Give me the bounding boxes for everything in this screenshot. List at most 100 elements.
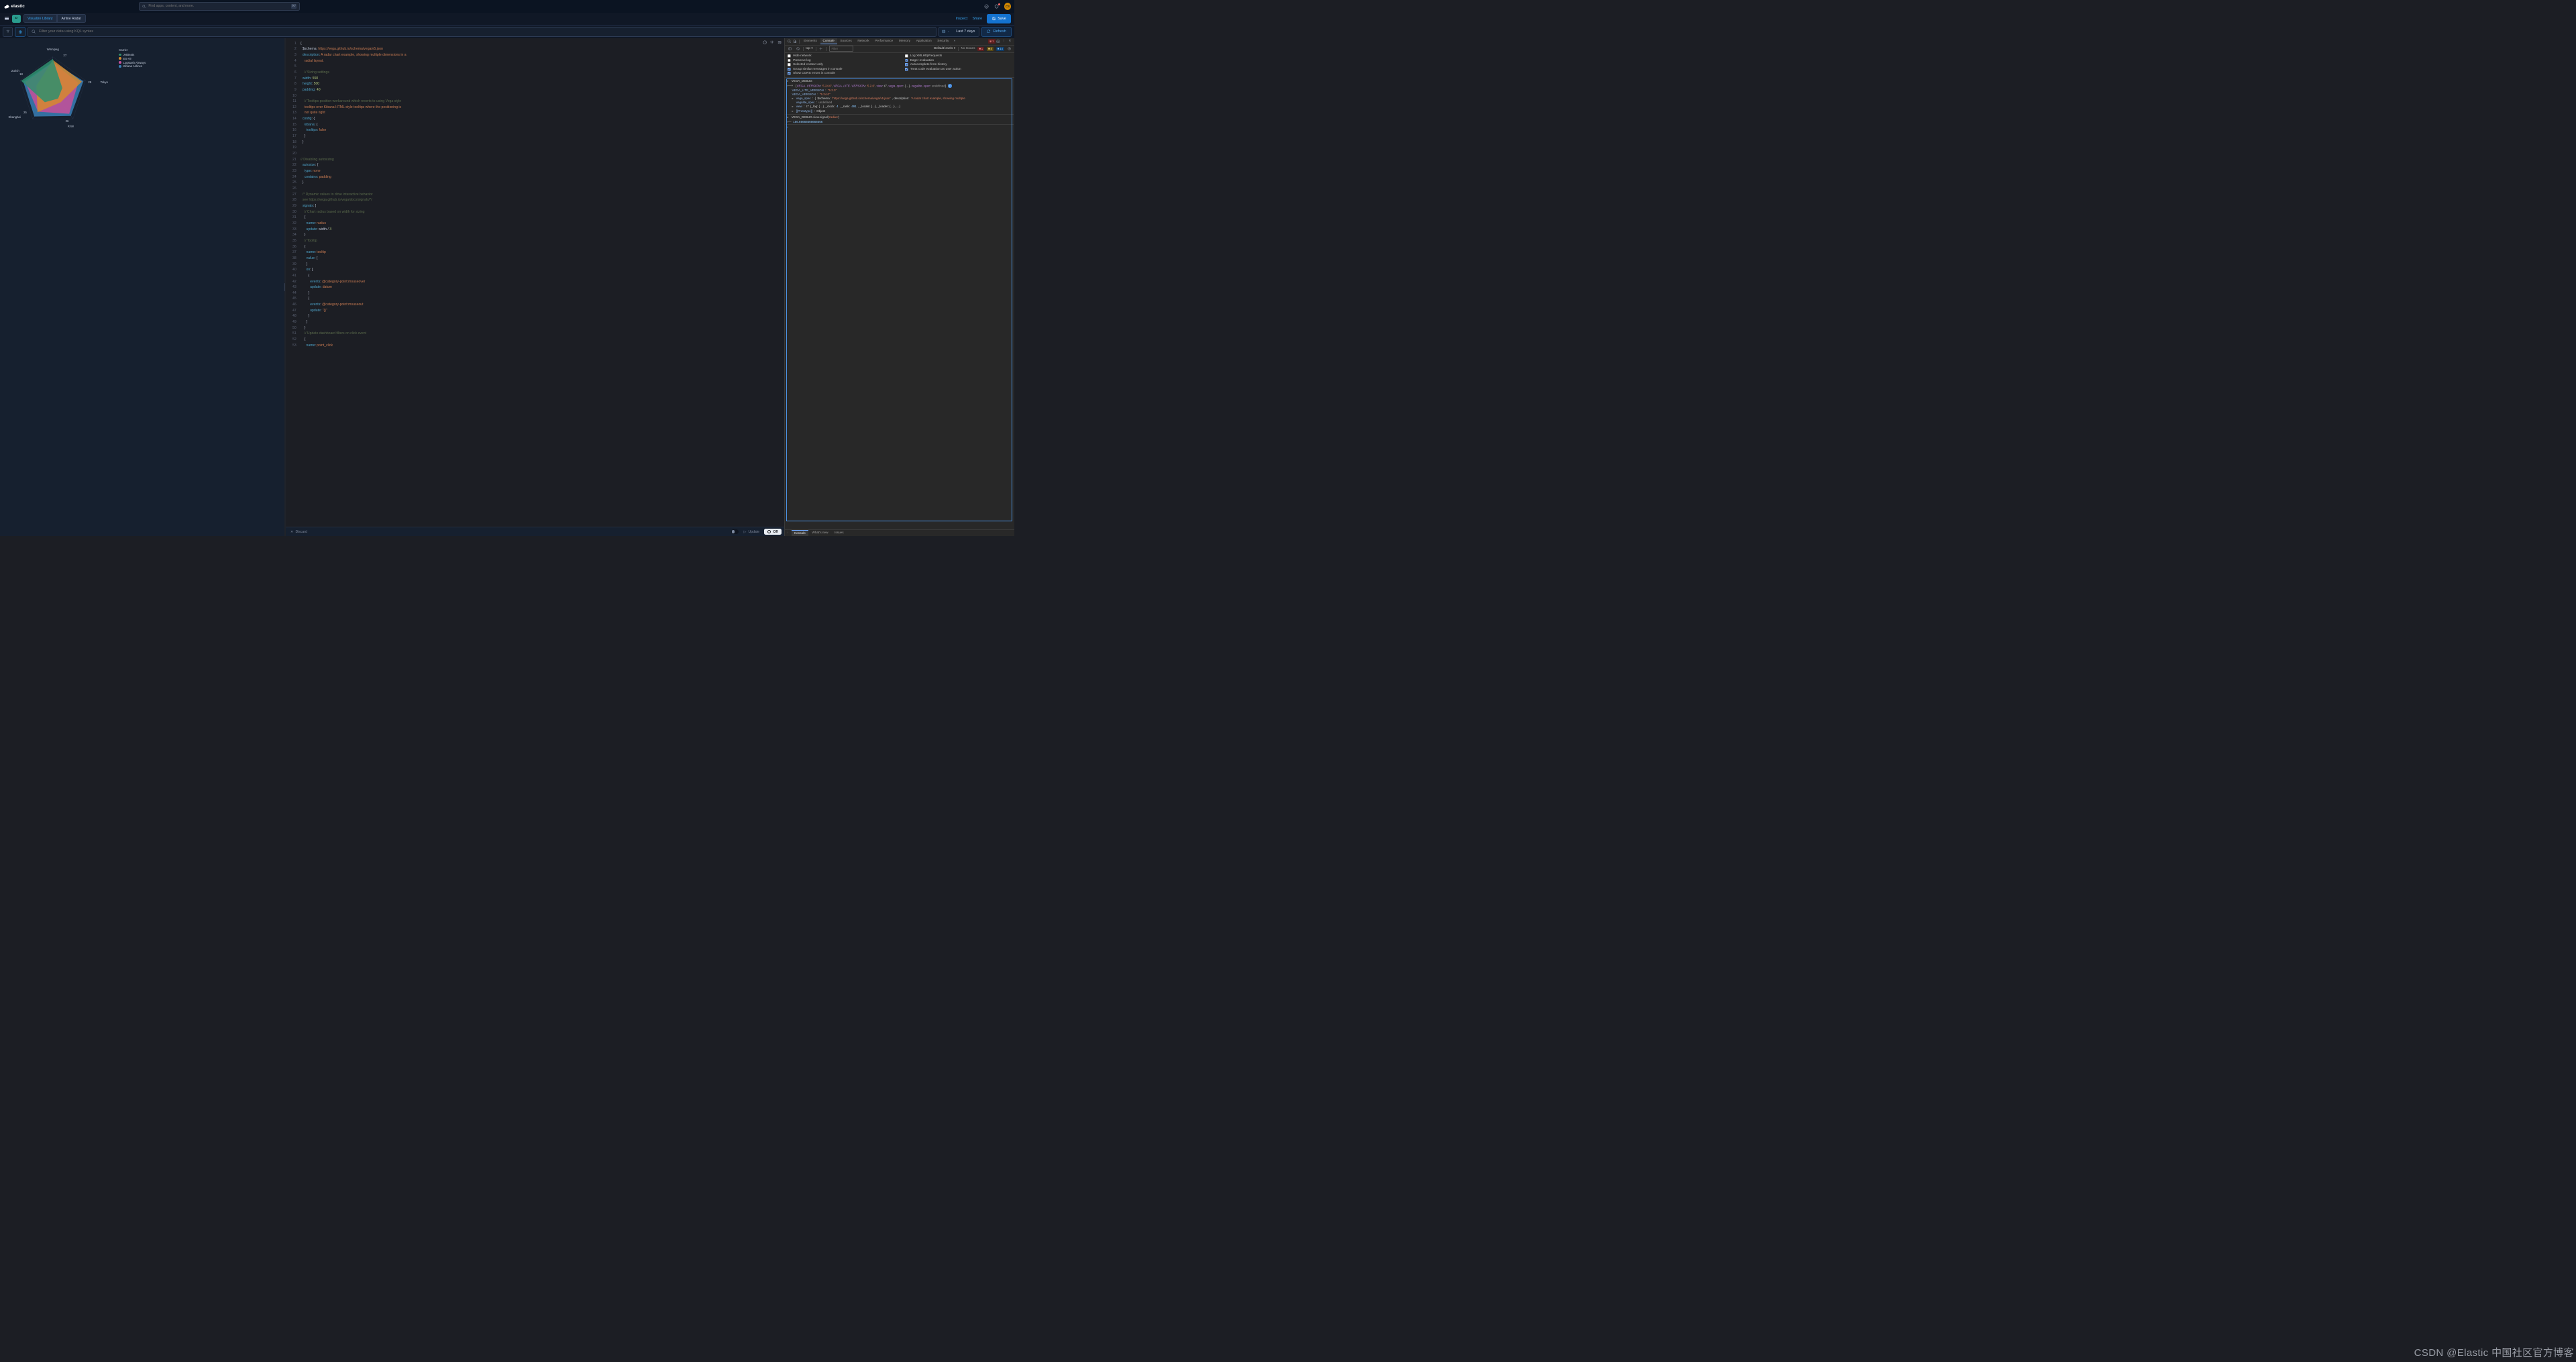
console-option[interactable]: Treat code evaluation as user action — [905, 68, 1012, 71]
console-option[interactable]: Eager evaluation — [905, 59, 1012, 62]
drawer-tab-whatsnew[interactable]: What's new — [809, 531, 830, 535]
tab-performance[interactable]: Performance — [872, 39, 896, 44]
add-filter-button[interactable]: ⊕ — [15, 27, 25, 37]
console-option[interactable]: Selected context only — [788, 63, 894, 66]
refresh-button[interactable]: Refresh — [981, 27, 1012, 37]
discard-button[interactable]: ✕ Discard — [290, 530, 307, 534]
tab-application[interactable]: Application — [914, 39, 934, 44]
legend-item[interactable]: Logstash Airways — [119, 61, 146, 64]
kql-input[interactable] — [39, 30, 932, 34]
issues-warn-badge[interactable]: ■ 4 — [987, 47, 994, 51]
console-option[interactable]: Hide network — [788, 54, 894, 58]
console-output[interactable]: ▸VEGA_DEBUG ⟵▾ {VEGA_VERSION: '5.24.0', … — [785, 78, 1014, 529]
line-gutter: 1234567891011121314151617181920212223242… — [286, 38, 299, 527]
inspect-element-icon[interactable] — [787, 39, 792, 44]
console-option[interactable]: Preserve log — [788, 59, 894, 62]
close-icon: ✕ — [290, 530, 293, 534]
console-option[interactable]: Group similar messages in console — [788, 68, 894, 71]
radar-chart: Winnipeg 27 Tokyo 28 Xi'an 26 Shanghai 2… — [0, 41, 113, 136]
info-icon[interactable]: i — [948, 84, 952, 88]
devtools-close-icon[interactable]: ✕ — [1008, 39, 1013, 44]
clear-console-icon[interactable] — [795, 46, 800, 52]
date-quick-select[interactable] — [938, 27, 953, 37]
devtools-menu-icon[interactable]: ⋮ — [1002, 39, 1007, 44]
svg-text:Shanghai: Shanghai — [9, 115, 21, 119]
visualization-pane: Winnipeg 27 Tokyo 28 Xi'an 26 Shanghai 2… — [0, 38, 284, 537]
console-expr-2: VEGA_DEBUG.view.signal('radius') — [792, 115, 839, 119]
date-range-display[interactable]: Last 7 days — [953, 27, 979, 37]
auto-apply-off-button[interactable]: Off — [764, 529, 781, 535]
search-icon — [32, 30, 36, 34]
logo[interactable]: elastic — [3, 3, 25, 9]
update-button[interactable]: ▷ Update — [743, 530, 759, 534]
autorefresh-toggle[interactable] — [731, 529, 739, 534]
editor-help-icon[interactable] — [762, 40, 767, 45]
error-count-badge[interactable]: ⊗ 1 — [988, 39, 996, 44]
breadcrumb-library[interactable]: Visualize Library — [23, 14, 57, 23]
svg-text:Tokyo: Tokyo — [101, 81, 109, 84]
tab-elements[interactable]: Elements — [801, 39, 820, 44]
more-tabs-icon[interactable]: » — [952, 39, 957, 44]
svg-text:26: 26 — [66, 119, 69, 122]
code-content[interactable]: { $schema: https://vega.github.io/schema… — [299, 38, 785, 527]
device-toggle-icon[interactable] — [792, 39, 798, 44]
console-input[interactable] — [790, 125, 1014, 129]
issues-error-badge[interactable]: ■ 1 — [977, 47, 984, 51]
help-icon[interactable] — [984, 4, 989, 9]
breadcrumb-current: Airline Radar — [57, 14, 86, 23]
filter-bar: ⊕ Last 7 days Refresh — [0, 25, 1014, 38]
legend-item[interactable]: JetBeats — [119, 53, 146, 56]
drawer-tab-console[interactable]: Console — [792, 530, 808, 535]
svg-text:25: 25 — [23, 111, 27, 114]
editor-wrap-icon[interactable] — [777, 40, 782, 45]
no-issues-label[interactable]: No Issues — [961, 47, 975, 50]
tab-console[interactable]: Console — [820, 38, 837, 44]
global-search[interactable]: ⌘/ — [139, 2, 300, 11]
sidebar-toggle-icon[interactable] — [787, 46, 792, 52]
logo-text: elastic — [11, 4, 25, 9]
calendar-icon — [942, 30, 946, 34]
nav-toggle-icon[interactable] — [3, 15, 11, 21]
subheader: D Visualize Library Airline Radar Inspec… — [0, 13, 1014, 25]
legend-item[interactable]: ES-Air — [119, 57, 146, 60]
vega-editor[interactable]: 1234567891011121314151617181920212223242… — [286, 38, 784, 527]
search-shortcut: ⌘/ — [291, 4, 297, 9]
context-selector[interactable]: top ▾ — [806, 47, 813, 50]
inspect-link[interactable]: Inspect — [956, 17, 968, 21]
editor-format-icon[interactable] — [769, 40, 774, 45]
filter-options-button[interactable] — [3, 27, 13, 37]
user-avatar[interactable]: CS — [1004, 3, 1011, 9]
console-expr: VEGA_DEBUG — [792, 79, 812, 83]
tab-sources[interactable]: Sources — [837, 39, 854, 44]
legend-item[interactable]: Kibana Airlines — [119, 64, 146, 68]
devtools-drawer-tabs: ⋮ Console What's new Issues — [785, 529, 1014, 536]
editor-footer: ✕ Discard ▷ Update Off — [286, 527, 784, 536]
tab-memory[interactable]: Memory — [896, 39, 913, 44]
console-prompt[interactable]: › — [786, 125, 1014, 129]
console-option[interactable]: Show CORS errors in console — [788, 72, 894, 75]
console-filter-input[interactable] — [829, 46, 853, 52]
svg-text:18: 18 — [19, 72, 23, 76]
global-search-input[interactable] — [148, 4, 288, 8]
space-selector[interactable]: D — [12, 15, 21, 23]
power-icon — [767, 530, 771, 534]
devtools-panel: Elements Console Sources Network Perform… — [784, 38, 1014, 537]
kql-bar[interactable] — [28, 27, 936, 37]
live-expression-icon[interactable] — [818, 46, 824, 52]
tab-security[interactable]: Security — [934, 39, 951, 44]
save-button[interactable]: Save — [987, 14, 1011, 23]
play-icon: ▷ — [743, 530, 746, 534]
console-settings-icon[interactable] — [1007, 46, 1012, 52]
console-option[interactable] — [905, 72, 1012, 75]
tab-network[interactable]: Network — [855, 39, 871, 44]
devtools-settings-icon[interactable] — [996, 39, 1001, 44]
drawer-menu-icon[interactable]: ⋮ — [786, 531, 790, 535]
drawer-tab-issues[interactable]: Issues — [832, 531, 846, 535]
console-option[interactable]: Log XMLHttpRequests — [905, 54, 1012, 58]
notification-dot — [998, 3, 1000, 5]
share-link[interactable]: Share — [973, 17, 983, 21]
newsfeed-icon[interactable] — [994, 4, 1000, 9]
console-option[interactable]: Autocomplete from history — [905, 63, 1012, 66]
issues-info-badge[interactable]: ■ 14 — [996, 47, 1004, 51]
log-levels-selector[interactable]: Default levels ▾ — [934, 47, 955, 50]
